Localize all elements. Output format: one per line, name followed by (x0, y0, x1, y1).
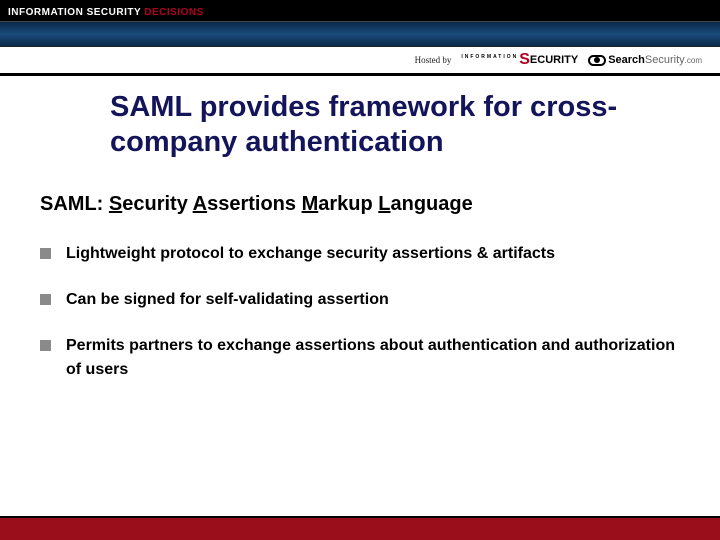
subtitle-l-rest: anguage (391, 193, 473, 215)
brand-prefix: INFORMATION SECURITY (8, 7, 144, 18)
subtitle-s: S (109, 193, 122, 215)
subtitle-m: M (302, 193, 319, 215)
slide-subtitle: SAML: Security Assertions Markup Languag… (40, 193, 680, 216)
sponsor-search-security: SearchSecurity.com (588, 54, 702, 66)
subtitle-a-rest: ssertions (207, 193, 301, 215)
subtitle-l: L (378, 193, 390, 215)
subtitle-s-rest: ecurity (122, 193, 192, 215)
list-item: Lightweight protocol to exchange securit… (40, 242, 680, 266)
list-item: Can be signed for self-validating assert… (40, 288, 680, 312)
subtitle-a: A (193, 193, 207, 215)
eye-icon (588, 55, 606, 66)
sponsor-information-security: INFORMATION SECURITY (461, 52, 578, 68)
sponsor2-light: Security (645, 54, 685, 66)
sponsor2-com: .com (685, 56, 702, 65)
subtitle-prefix: SAML: (40, 193, 109, 215)
slide-title: SAML provides framework for cross-compan… (40, 84, 680, 171)
sponsor1-big-s: S (519, 52, 530, 68)
list-item: Permits partners to exchange assertions … (40, 334, 680, 382)
hosted-by-row: Hosted by INFORMATION SECURITY SearchSec… (0, 47, 720, 75)
bullet-list: Lightweight protocol to exchange securit… (40, 242, 680, 382)
subtitle-m-rest: arkup (318, 193, 378, 215)
brand-label: INFORMATION SECURITY DECISIONS (0, 4, 212, 21)
sponsor1-superscript: INFORMATION (461, 54, 518, 60)
footer-red-bar (0, 516, 720, 540)
slide-content: SAML provides framework for cross-compan… (0, 76, 720, 382)
header-blue-strip (0, 21, 720, 47)
sponsor1-rest: ECURITY (530, 54, 578, 66)
sponsor2-bold: Search (608, 54, 645, 66)
top-banner: INFORMATION SECURITY DECISIONS (0, 0, 720, 21)
brand-suffix: DECISIONS (144, 7, 204, 18)
hosted-by-label: Hosted by (415, 55, 452, 65)
